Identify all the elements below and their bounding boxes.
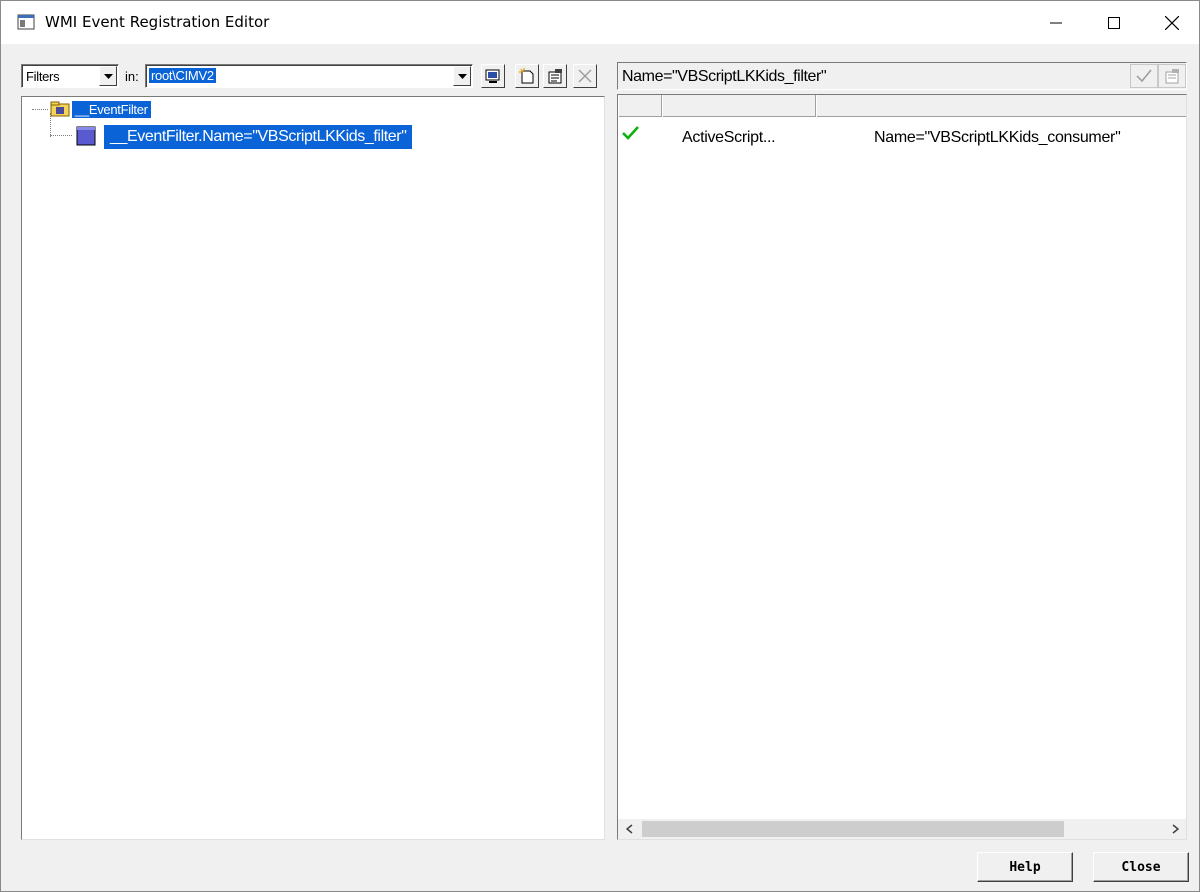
consumer-list[interactable]: ActiveScript... Name="VBScriptLKKids_con… bbox=[617, 94, 1187, 840]
minimize-icon bbox=[1050, 22, 1062, 24]
window-title: WMI Event Registration Editor bbox=[45, 13, 270, 31]
delete-icon bbox=[578, 69, 592, 83]
namespace-dropdown-button[interactable] bbox=[453, 66, 471, 86]
column-header-type[interactable] bbox=[662, 95, 816, 117]
scroll-thumb[interactable] bbox=[642, 821, 1064, 837]
folder-class-icon bbox=[50, 101, 70, 117]
maximize-icon bbox=[1108, 17, 1120, 29]
tree-node-instance[interactable]: __EventFilter.Name="VBScriptLKKids_filte… bbox=[104, 125, 413, 149]
chevron-down-icon bbox=[457, 73, 467, 79]
view-mode-select[interactable]: Filters bbox=[21, 64, 119, 88]
view-properties-button[interactable] bbox=[1158, 64, 1186, 88]
selected-path-bar: Name="VBScriptLKKids_filter" bbox=[617, 62, 1187, 90]
column-header-instance[interactable] bbox=[816, 95, 1186, 117]
scroll-right-button[interactable] bbox=[1164, 819, 1186, 839]
selected-path: Name="VBScriptLKKids_filter" bbox=[622, 68, 827, 85]
column-header-registered[interactable] bbox=[618, 95, 662, 117]
left-pane: Filters in: root\CIMV2 __EventFilter __E… bbox=[19, 60, 605, 840]
properties-icon bbox=[548, 69, 562, 84]
delete-button[interactable] bbox=[573, 64, 597, 88]
window-app-icon bbox=[17, 14, 35, 30]
connect-icon bbox=[485, 69, 500, 83]
minimize-button[interactable] bbox=[1027, 1, 1085, 45]
scroll-left-button[interactable] bbox=[618, 819, 640, 839]
left-toolbar: Filters in: root\CIMV2 bbox=[19, 60, 605, 92]
connect-button[interactable] bbox=[481, 64, 505, 88]
right-pane: Name="VBScriptLKKids_filter" ActiveScrip… bbox=[617, 60, 1187, 840]
tree-node-class[interactable]: __EventFilter bbox=[72, 101, 151, 118]
namespace-value[interactable]: root\CIMV2 bbox=[149, 68, 216, 83]
properties-icon bbox=[1165, 69, 1179, 84]
help-button[interactable]: Help bbox=[977, 852, 1073, 882]
consumer-type: ActiveScript... bbox=[682, 129, 776, 146]
consumer-instance: Name="VBScriptLKKids_consumer" bbox=[874, 129, 1121, 146]
filter-tree[interactable]: __EventFilter __EventFilter.Name="VBScri… bbox=[21, 96, 605, 840]
register-button[interactable] bbox=[1130, 64, 1158, 88]
list-header bbox=[618, 95, 1186, 117]
chevron-left-icon bbox=[625, 824, 632, 834]
checkmark-icon bbox=[1136, 69, 1152, 83]
namespace-label: in: bbox=[125, 69, 139, 84]
dialog-body: Filters in: root\CIMV2 __EventFilter __E… bbox=[0, 44, 1200, 892]
instance-icon bbox=[76, 126, 96, 146]
title-bar: WMI Event Registration Editor bbox=[0, 0, 1200, 44]
close-icon bbox=[1165, 16, 1179, 30]
close-button[interactable]: Close bbox=[1093, 852, 1189, 882]
registered-check-icon bbox=[622, 126, 639, 140]
properties-button[interactable] bbox=[543, 64, 567, 88]
chevron-right-icon bbox=[1172, 824, 1179, 834]
namespace-select[interactable]: root\CIMV2 bbox=[145, 64, 473, 88]
view-mode-dropdown-button[interactable] bbox=[99, 66, 117, 86]
close-window-button[interactable] bbox=[1143, 1, 1200, 45]
maximize-button[interactable] bbox=[1085, 1, 1143, 45]
list-item[interactable]: ActiveScript... Name="VBScriptLKKids_con… bbox=[618, 117, 1186, 155]
tree-connector bbox=[32, 109, 48, 110]
tree-connector bbox=[50, 135, 72, 136]
new-instance-icon bbox=[519, 68, 534, 84]
chevron-down-icon bbox=[103, 73, 113, 79]
horizontal-scrollbar[interactable] bbox=[618, 819, 1186, 839]
new-instance-button[interactable] bbox=[515, 64, 539, 88]
view-mode-value: Filters bbox=[26, 69, 60, 84]
